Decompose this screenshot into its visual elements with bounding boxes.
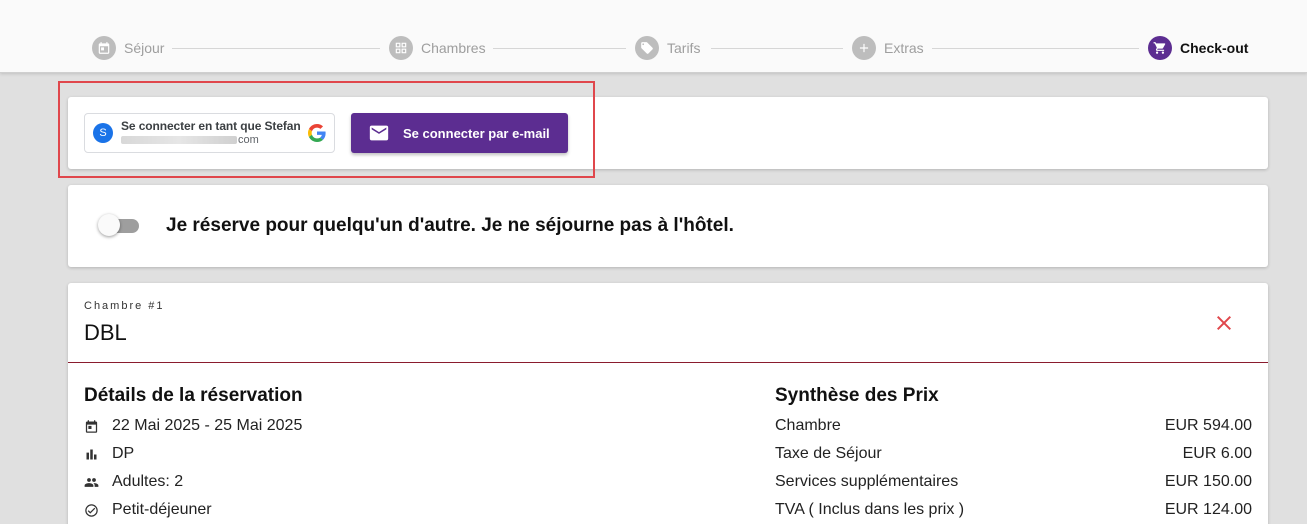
detail-dates: 22 Mai 2025 - 25 Mai 2025 [84, 416, 302, 436]
booking-for-other-card: Je réserve pour quelqu'un d'autre. Je ne… [68, 185, 1268, 267]
grid-icon [389, 36, 413, 60]
cart-icon [1148, 36, 1172, 60]
booking-for-other-label: Je réserve pour quelqu'un d'autre. Je ne… [166, 215, 734, 236]
price-row: TVA ( Inclus dans les prix ) EUR 124.00 [775, 500, 1252, 520]
bar-chart-icon [86, 449, 97, 459]
step-label: Séjour [124, 40, 165, 56]
mail-icon [369, 125, 389, 141]
price-value: EUR 124.00 [1164, 501, 1252, 518]
step-label: Extras [884, 40, 924, 56]
detail-text: Adultes: 2 [112, 473, 184, 490]
detail-text: DP [112, 445, 135, 462]
toggle-thumb [98, 214, 120, 236]
email-suffix: com [238, 133, 259, 146]
step-extras[interactable]: Extras [852, 36, 924, 60]
price-value: EUR 594.00 [1164, 417, 1252, 434]
price-label: Chambre [775, 417, 841, 434]
booking-details-heading: Détails de la réservation [84, 385, 303, 406]
calendar-icon [92, 36, 116, 60]
price-label: Taxe de Séjour [775, 445, 882, 462]
google-signin-button[interactable]: S Se connecter en tant que Stefan com [84, 113, 335, 153]
detail-breakfast: Petit-déjeuner [84, 500, 212, 520]
price-label: TVA ( Inclus dans les prix ) [775, 501, 965, 518]
price-summary-heading: Synthèse des Prix [775, 385, 939, 406]
detail-text: Petit-déjeuner [112, 501, 212, 518]
avatar: S [93, 123, 113, 143]
step-label: Check-out [1180, 40, 1249, 56]
step-connector [172, 48, 380, 49]
step-connector [493, 48, 626, 49]
google-account-info: Se connecter en tant que Stefan com [121, 119, 308, 146]
login-card: S Se connecter en tant que Stefan com Se… [68, 97, 1268, 169]
remove-room-button[interactable] [1212, 311, 1236, 335]
room-title: DBL [84, 320, 127, 345]
step-chambres[interactable]: Chambres [389, 36, 486, 60]
checkout-stepper: Séjour Chambres Tarifs Extras Check-out [0, 0, 1307, 73]
tag-icon [635, 36, 659, 60]
step-connector [932, 48, 1139, 49]
step-sejour[interactable]: Séjour [92, 36, 164, 60]
price-value: EUR 6.00 [1182, 445, 1252, 462]
close-icon [1217, 316, 1231, 330]
price-label: Services supplémentaires [775, 473, 959, 490]
detail-text: 22 Mai 2025 - 25 Mai 2025 [112, 417, 303, 434]
calendar-icon [85, 419, 98, 433]
google-account-email: com [121, 134, 308, 146]
people-icon [84, 477, 99, 487]
price-row: Chambre EUR 594.00 [775, 416, 1252, 436]
room-card: Chambre #1 DBL Détails de la réservation… [68, 283, 1268, 524]
step-label: Chambres [421, 40, 486, 56]
google-logo-icon [308, 124, 326, 142]
step-tarifs[interactable]: Tarifs [635, 36, 700, 60]
detail-adults: Adultes: 2 [84, 472, 183, 492]
price-value: EUR 150.00 [1164, 473, 1252, 490]
price-row: Taxe de Séjour EUR 6.00 [775, 444, 1252, 464]
step-checkout[interactable]: Check-out [1148, 36, 1248, 60]
detail-board: DP [84, 444, 134, 464]
price-row: Services supplémentaires EUR 150.00 [775, 472, 1252, 492]
google-signin-label: Se connecter en tant que Stefan [121, 119, 301, 134]
step-label: Tarifs [667, 40, 701, 56]
booking-for-other-toggle[interactable] [98, 214, 139, 236]
plus-icon [852, 36, 876, 60]
room-kicker: Chambre #1 [84, 300, 165, 312]
check-circle-icon [85, 503, 98, 517]
email-signin-button[interactable]: Se connecter par e-mail [351, 113, 568, 153]
divider [68, 362, 1268, 363]
redacted-email [121, 135, 237, 144]
step-connector [711, 48, 843, 49]
email-signin-label: Se connecter par e-mail [403, 125, 550, 141]
